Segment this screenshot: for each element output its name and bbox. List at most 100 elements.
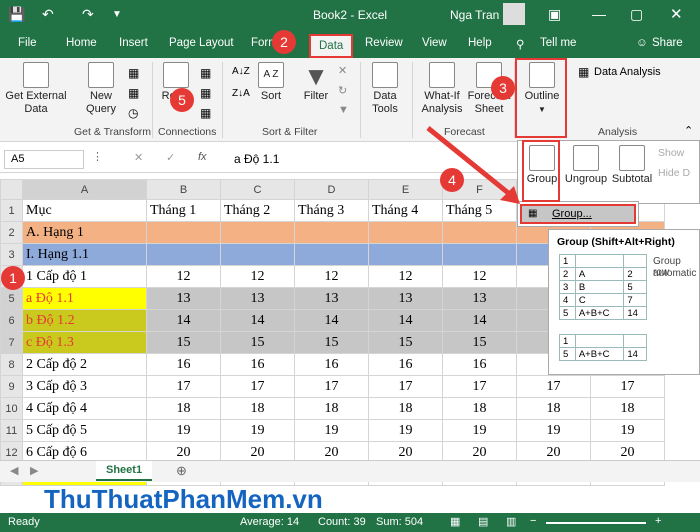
cell[interactable]: 15 — [442, 331, 517, 354]
cell[interactable]: 14 — [294, 309, 369, 332]
cell[interactable]: 16 — [294, 353, 369, 376]
collapse-ribbon-icon[interactable]: ⌃ — [684, 124, 693, 137]
sort-button[interactable]: A Z Sort — [256, 62, 286, 103]
cell[interactable] — [220, 243, 295, 266]
sort-za-icon[interactable]: Z↓A — [232, 88, 250, 99]
new-sheet-icon[interactable]: ⊕ — [176, 463, 187, 479]
customize-qat-icon[interactable]: ▼ — [112, 9, 122, 20]
cell[interactable]: 19 — [516, 419, 591, 442]
cell[interactable] — [368, 221, 443, 244]
row-header[interactable]: 3 — [0, 243, 23, 266]
row-header[interactable]: 6 — [0, 309, 23, 332]
cell[interactable] — [146, 221, 221, 244]
cell[interactable]: Tháng 2 — [220, 199, 295, 222]
sheet-tab-sheet1[interactable]: Sheet1 — [96, 461, 153, 481]
save-icon[interactable]: 💾 — [8, 6, 25, 23]
cancel-icon[interactable]: ✕ — [134, 151, 143, 164]
cell[interactable]: 16 — [146, 353, 221, 376]
page-layout-view-icon[interactable]: ▤ — [478, 515, 488, 528]
cell[interactable]: 18 — [590, 397, 665, 420]
share-button[interactable]: Share — [652, 37, 683, 49]
data-analysis-button[interactable]: Data Analysis — [594, 66, 661, 78]
column-header-d[interactable]: D — [294, 179, 369, 200]
cell[interactable]: 14 — [146, 309, 221, 332]
edit-links-icon[interactable]: ▦ — [200, 106, 211, 120]
undo-icon[interactable]: ↶ — [42, 6, 54, 23]
cell[interactable] — [220, 221, 295, 244]
show-queries-icon[interactable]: ▦ — [128, 66, 139, 80]
ribbon-display-icon[interactable]: ▣ — [548, 6, 561, 23]
cell[interactable]: 13 — [220, 287, 295, 310]
tab-insert[interactable]: Insert — [119, 37, 148, 49]
what-if-button[interactable]: What-If Analysis — [416, 62, 468, 116]
cell[interactable]: 14 — [368, 309, 443, 332]
cell[interactable]: 18 — [442, 397, 517, 420]
zoom-slider[interactable] — [546, 522, 646, 524]
cell[interactable]: 12 — [146, 265, 221, 288]
cell[interactable]: 19 — [368, 419, 443, 442]
row-header[interactable]: 9 — [0, 375, 23, 398]
cell[interactable]: I. Hạng 1.1 — [22, 243, 147, 266]
cell-a5[interactable]: a Độ 1.1 — [22, 287, 147, 310]
cell[interactable]: c Độ 1.3 — [22, 331, 147, 354]
cell[interactable]: A. Hạng 1 — [22, 221, 147, 244]
select-all-corner[interactable] — [0, 179, 23, 200]
cell[interactable]: 14 — [442, 309, 517, 332]
filter-button[interactable]: ▼ Filter — [300, 62, 332, 103]
cell[interactable]: 1 Cấp độ 1 — [22, 265, 147, 288]
page-break-view-icon[interactable]: ▥ — [506, 515, 516, 528]
cell[interactable]: 17 — [590, 375, 665, 398]
cell[interactable]: 18 — [368, 397, 443, 420]
cell[interactable]: 18 — [516, 397, 591, 420]
cell[interactable]: 14 — [220, 309, 295, 332]
cell[interactable]: 12 — [294, 265, 369, 288]
row-header[interactable]: 8 — [0, 353, 23, 376]
cell[interactable]: 18 — [294, 397, 369, 420]
redo-icon[interactable]: ↷ — [82, 6, 94, 23]
cell[interactable]: 19 — [294, 419, 369, 442]
cell[interactable]: 12 — [442, 265, 517, 288]
tab-page-layout[interactable]: Page Layout — [169, 37, 234, 49]
ungroup-button[interactable]: Ungroup — [562, 145, 610, 186]
cell[interactable]: 12 — [220, 265, 295, 288]
row-header[interactable]: 1 — [0, 199, 23, 222]
cell[interactable]: 17 — [442, 375, 517, 398]
cell[interactable]: 4 Cấp độ 4 — [22, 397, 147, 420]
cell[interactable]: 12 — [368, 265, 443, 288]
subtotal-button[interactable]: Subtotal — [610, 145, 654, 186]
cell[interactable]: 16 — [442, 353, 517, 376]
cell[interactable] — [294, 243, 369, 266]
tab-data[interactable]: Data — [309, 34, 354, 58]
cell[interactable]: 17 — [516, 375, 591, 398]
row-header[interactable]: 7 — [0, 331, 23, 354]
cell[interactable]: 18 — [146, 397, 221, 420]
cell[interactable]: 2 Cấp độ 2 — [22, 353, 147, 376]
cell[interactable] — [442, 243, 517, 266]
menu-item-group[interactable]: ▦ Group... — [520, 204, 636, 224]
cell[interactable]: 13 — [442, 287, 517, 310]
cell[interactable]: 13 — [368, 287, 443, 310]
row-header[interactable]: 2 — [0, 221, 23, 244]
column-header-c[interactable]: C — [220, 179, 295, 200]
maximize-icon[interactable]: ▢ — [630, 6, 643, 23]
cell[interactable] — [146, 243, 221, 266]
recent-sources-icon[interactable]: ◷ — [128, 106, 138, 120]
zoom-in-icon[interactable]: + — [655, 515, 661, 527]
new-query-button[interactable]: New Query — [78, 62, 124, 116]
enter-icon[interactable]: ✓ — [166, 151, 175, 164]
cell[interactable]: 17 — [368, 375, 443, 398]
row-header[interactable]: 5 — [0, 287, 23, 310]
cell[interactable]: 19 — [590, 419, 665, 442]
normal-view-icon[interactable]: ▦ — [450, 515, 460, 528]
column-header-b[interactable]: B — [146, 179, 221, 200]
connections-icon[interactable]: ▦ — [200, 66, 211, 80]
tell-me-input[interactable]: Tell me — [540, 37, 576, 49]
cell[interactable]: Tháng 1 — [146, 199, 221, 222]
cell[interactable]: 19 — [146, 419, 221, 442]
cell[interactable]: b Độ 1.2 — [22, 309, 147, 332]
hide-detail-button[interactable]: Hide D — [658, 167, 690, 179]
cell[interactable]: 15 — [294, 331, 369, 354]
cell[interactable]: 13 — [146, 287, 221, 310]
zoom-out-icon[interactable]: − — [530, 515, 536, 527]
tab-home[interactable]: Home — [66, 37, 97, 49]
